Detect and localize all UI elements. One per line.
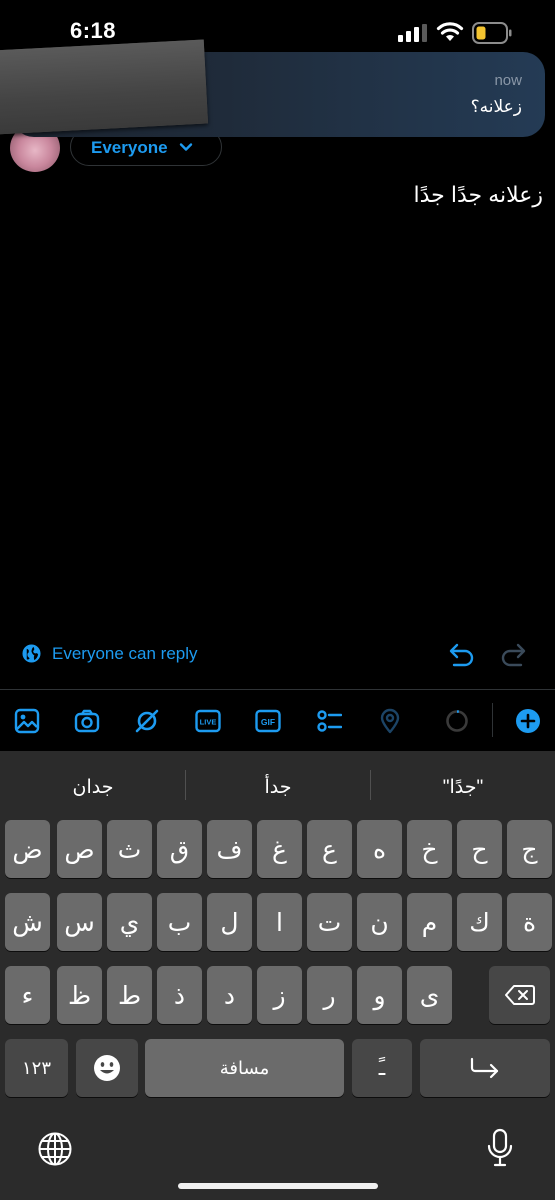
- key[interactable]: خ: [407, 820, 452, 878]
- emoji-icon: [94, 1055, 120, 1081]
- key[interactable]: ث: [107, 820, 152, 878]
- home-indicator: [178, 1183, 378, 1189]
- add-post-icon[interactable]: [515, 708, 541, 734]
- notification-time: now: [494, 72, 522, 89]
- reply-setting-button[interactable]: Everyone can reply: [52, 644, 198, 664]
- key[interactable]: ش: [5, 893, 50, 951]
- key[interactable]: م: [407, 893, 452, 951]
- toolbar-divider: [0, 689, 555, 690]
- key[interactable]: ح: [457, 820, 502, 878]
- gif-icon[interactable]: GIF: [255, 708, 281, 734]
- backspace-icon: [504, 985, 535, 1005]
- key[interactable]: ض: [5, 820, 50, 878]
- audience-label: Everyone: [91, 138, 168, 157]
- poll-icon[interactable]: [316, 708, 342, 734]
- microphone-icon[interactable]: [487, 1128, 513, 1168]
- key[interactable]: س: [57, 893, 102, 951]
- keyboard-globe-icon[interactable]: [37, 1131, 73, 1167]
- diacritic-key[interactable]: ـً: [352, 1039, 412, 1097]
- grok-icon[interactable]: [134, 708, 160, 734]
- suggestion-2[interactable]: جدأ: [203, 776, 353, 799]
- key[interactable]: ب: [157, 893, 202, 951]
- key[interactable]: ت: [307, 893, 352, 951]
- key[interactable]: ط: [107, 966, 152, 1024]
- toolbar-separator: [492, 703, 493, 737]
- key[interactable]: ظ: [57, 966, 102, 1024]
- key[interactable]: ق: [157, 820, 202, 878]
- undo-icon[interactable]: [448, 641, 476, 667]
- key[interactable]: ي: [107, 893, 152, 951]
- character-count-ring-icon: [446, 710, 468, 732]
- gif-label: GIF: [261, 717, 275, 727]
- key[interactable]: د: [207, 966, 252, 1024]
- key[interactable]: ف: [207, 820, 252, 878]
- notification-message: زعلانه؟: [470, 97, 522, 116]
- key[interactable]: ل: [207, 893, 252, 951]
- numbers-key[interactable]: ١٢٣: [5, 1039, 68, 1097]
- return-arrow-icon: [470, 1057, 499, 1079]
- location-icon[interactable]: [377, 708, 403, 734]
- key[interactable]: ن: [357, 893, 402, 951]
- emoji-key[interactable]: [76, 1039, 138, 1097]
- key[interactable]: ة: [507, 893, 552, 951]
- key[interactable]: و: [357, 966, 402, 1024]
- key[interactable]: ا: [257, 893, 302, 951]
- live-label: LIVE: [200, 718, 217, 727]
- key[interactable]: ر: [307, 966, 352, 1024]
- redo-icon[interactable]: [499, 641, 527, 667]
- key[interactable]: ذ: [157, 966, 202, 1024]
- key[interactable]: ج: [507, 820, 552, 878]
- wifi-icon: [436, 22, 464, 41]
- key[interactable]: ع: [307, 820, 352, 878]
- chevron-down-icon: [179, 143, 193, 151]
- suggestion-separator: [370, 770, 371, 800]
- status-time: 6:18: [70, 18, 117, 43]
- suggestion-1[interactable]: جدان: [18, 776, 168, 799]
- suggestion-separator: [185, 770, 186, 800]
- suggestion-3[interactable]: "جدًا": [388, 776, 538, 799]
- backspace-key[interactable]: [489, 966, 550, 1024]
- image-icon[interactable]: [14, 708, 40, 734]
- key[interactable]: ء: [5, 966, 50, 1024]
- globe-icon: [22, 644, 41, 663]
- battery-low-icon: [472, 22, 512, 44]
- return-key[interactable]: [420, 1039, 550, 1097]
- space-key[interactable]: مسافة: [145, 1039, 344, 1097]
- key[interactable]: ص: [57, 820, 102, 878]
- key[interactable]: غ: [257, 820, 302, 878]
- key[interactable]: ز: [257, 966, 302, 1024]
- redaction-block: [0, 39, 209, 135]
- key[interactable]: ى: [407, 966, 452, 1024]
- live-icon[interactable]: LIVE: [195, 708, 221, 734]
- key[interactable]: ك: [457, 893, 502, 951]
- camera-icon[interactable]: [74, 708, 100, 734]
- tweet-text-input[interactable]: زعلانه جدًا جدًا: [413, 182, 543, 208]
- cellular-signal-icon: [398, 24, 427, 42]
- key[interactable]: ه: [357, 820, 402, 878]
